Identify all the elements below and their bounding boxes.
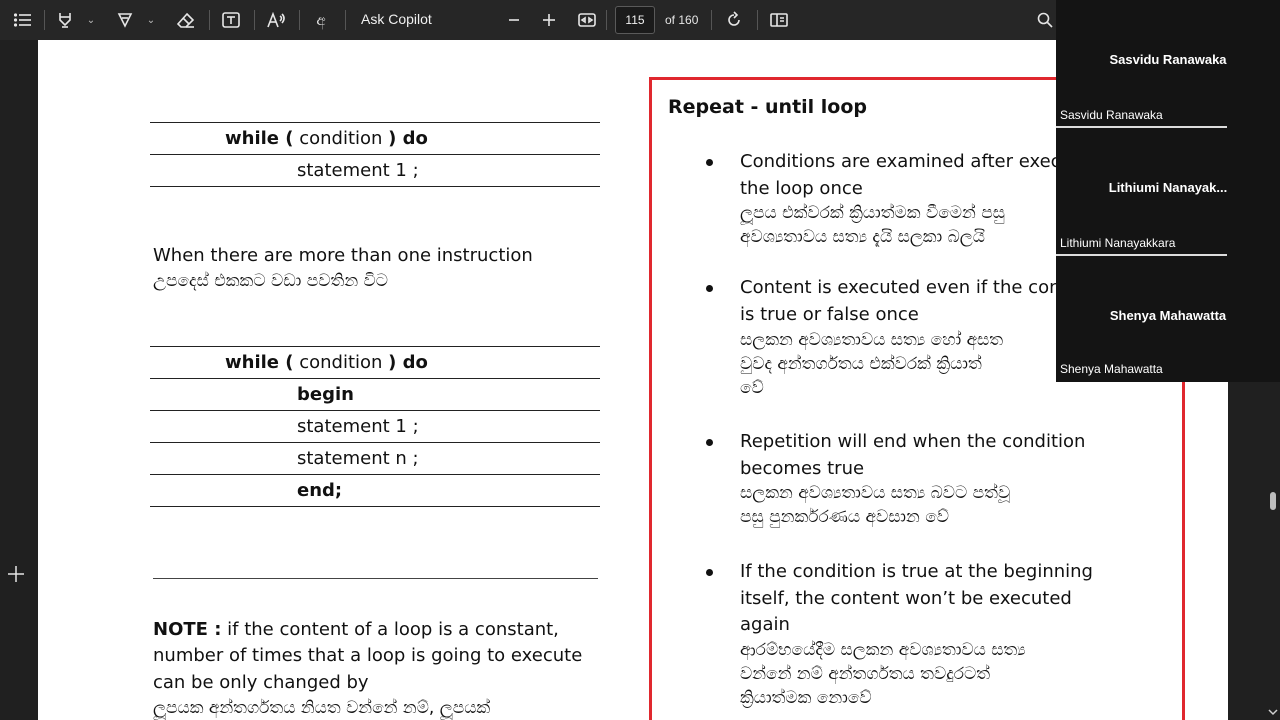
- divider-rule: [153, 578, 598, 579]
- note-line-3: can be only changed by: [153, 672, 369, 693]
- statement-line: statement n ;: [297, 448, 419, 469]
- cursor-crosshair-icon: [8, 566, 24, 582]
- bullet: [706, 439, 713, 446]
- toolbar-divider: [711, 10, 712, 30]
- scrollbar-thumb[interactable]: [1270, 492, 1276, 510]
- bullet-3-sinhala-1: සලකන අවශ්‍යතාවය සත්‍ය බවට පත්වූ: [740, 483, 1011, 503]
- bullet: [706, 285, 713, 292]
- bullet-4-sinhala-3: ක්‍රියාත්මක නොවේ: [740, 688, 872, 708]
- toolbar-divider: [44, 10, 45, 30]
- toolbar-divider: [606, 10, 607, 30]
- paragraph-sinhala: උපදෙස් එකකට වඩා පවතින විට: [153, 271, 388, 291]
- translate-icon[interactable]: අ: [310, 0, 332, 40]
- condition-text: condition: [293, 352, 389, 373]
- while-line-1: while ( condition ) do: [225, 128, 428, 149]
- table-rule: [150, 474, 600, 475]
- table-rule: [150, 154, 600, 155]
- note-line-2: number of times that a loop is going to …: [153, 645, 583, 666]
- keyword-do: ) do: [388, 352, 428, 373]
- toolbar-divider: [254, 10, 255, 30]
- note-text: if the content of a loop is a constant,: [221, 619, 559, 640]
- chevron-down-icon[interactable]: ⌄: [86, 0, 96, 40]
- while-line-2: while ( condition ) do: [225, 352, 428, 373]
- bullet-4-line-1: If the condition is true at the beginnin…: [740, 561, 1093, 582]
- participant-label: Lithiumi Nanayakkara: [1060, 236, 1176, 250]
- text-box-icon[interactable]: [221, 0, 241, 40]
- end-keyword: end;: [297, 480, 343, 501]
- highlight-icon[interactable]: [55, 0, 75, 40]
- table-rule: [150, 378, 600, 379]
- bullet-1-sinhala-1: ලූපය එක්වරක් ක්‍රියාත්මක වීමෙන් පසු: [740, 203, 1005, 223]
- toolbar-divider: [299, 10, 300, 30]
- bullet-2-line-2: is true or false once: [740, 304, 919, 325]
- bullet-2-sinhala-3: වේ: [740, 378, 764, 398]
- table-rule: [150, 506, 600, 507]
- translate-glyph: අ: [316, 11, 326, 29]
- scroll-down-arrow-icon[interactable]: [1268, 704, 1278, 716]
- table-rule: [150, 410, 600, 411]
- statement-line: statement 1 ;: [297, 160, 419, 181]
- bullet-4-line-3: again: [740, 614, 790, 635]
- participants-panel: Sasvidu Ranawaka Sasvidu Ranawaka Lithiu…: [1056, 0, 1280, 382]
- note-label: NOTE :: [153, 619, 222, 640]
- keyword-do: ) do: [388, 128, 428, 149]
- participant-display-name: Sasvidu Ranawaka: [1109, 52, 1227, 67]
- participant-label: Shenya Mahawatta: [1060, 362, 1163, 376]
- toolbar-divider: [345, 10, 346, 30]
- page-total: of 160: [665, 13, 699, 27]
- participant-display-name: Shenya Mahawatta: [1109, 308, 1227, 323]
- chevron-down-icon[interactable]: ⌄: [146, 0, 156, 40]
- pdf-page: while ( condition ) do statement 1 ; Whe…: [38, 40, 1228, 720]
- zoom-out-icon[interactable]: [505, 0, 523, 40]
- toolbar-divider: [757, 10, 758, 30]
- bullet-2-sinhala-1: සලකන අවශ්‍යතාවය සත්‍ය හෝ අසත: [740, 330, 1004, 350]
- toolbar-divider: [209, 10, 210, 30]
- note-sinhala: ලූපයක අන්තර්ගතය නියත වන්නේ නම්, ලූපයක්: [153, 698, 491, 718]
- contents-icon[interactable]: [12, 0, 34, 40]
- bullet-2-sinhala-2: වුවද අන්තර්ගතය එක්වරක් ක්‍රියාත්: [740, 354, 982, 374]
- begin-keyword: begin: [297, 384, 354, 405]
- bullet-3-sinhala-2: පසු පුනර්කරණය අවසාන වේ: [740, 507, 950, 527]
- table-rule: [150, 346, 600, 347]
- eraser-icon[interactable]: [176, 0, 196, 40]
- ask-copilot-button[interactable]: Ask Copilot: [361, 11, 432, 27]
- box-title: Repeat - until loop: [668, 96, 868, 118]
- bullet-1-line-1: Conditions are examined after exec: [740, 151, 1061, 172]
- bullet-4-line-2: itself, the content won’t be executed: [740, 588, 1072, 609]
- bullet-1-sinhala-2: අවශ්‍යතාවය සත්‍ය දැයි සලකා බලයි: [740, 227, 985, 247]
- fit-page-icon[interactable]: [576, 0, 598, 40]
- page-number-input[interactable]: 115: [615, 6, 655, 34]
- participant-display-name: Lithiumi Nanayak...: [1108, 180, 1228, 195]
- page-view-icon[interactable]: [769, 0, 789, 40]
- bullet-4-sinhala-2: වන්නේ නම් අන්තර්ගතය තවදුරටත්: [740, 664, 991, 684]
- search-icon[interactable]: [1035, 0, 1055, 40]
- bullet-2-line-1: Content is executed even if the con: [740, 277, 1061, 298]
- keyword-while: while (: [225, 128, 294, 149]
- participant-tile[interactable]: Lithiumi Nanayak... Lithiumi Nanayakkara: [1056, 128, 1280, 256]
- left-gutter: [0, 40, 38, 720]
- draw-icon[interactable]: [115, 0, 135, 40]
- bullet-3-line-1: Repetition will end when the condition: [740, 431, 1086, 452]
- keyword-while: while (: [225, 352, 294, 373]
- participant-tile[interactable]: Shenya Mahawatta Shenya Mahawatta: [1056, 256, 1280, 382]
- bullet: [706, 159, 713, 166]
- rotate-icon[interactable]: [724, 0, 744, 40]
- bullet: [706, 569, 713, 576]
- bullet-1-line-2: the loop once: [740, 178, 863, 199]
- statement-line: statement 1 ;: [297, 416, 419, 437]
- note-line-1: NOTE : if the content of a loop is a con…: [153, 619, 559, 640]
- bullet-3-line-2: becomes true: [740, 458, 865, 479]
- table-rule: [150, 186, 600, 187]
- participant-label: Sasvidu Ranawaka: [1060, 108, 1163, 122]
- read-aloud-icon[interactable]: [266, 0, 288, 40]
- paragraph-english: When there are more than one instruction: [153, 245, 533, 266]
- bullet-4-sinhala-1: ආරම්භයේදීම සලකන අවශ්‍යතාවය සත්‍ය: [740, 640, 1026, 660]
- condition-text: condition: [293, 128, 389, 149]
- table-rule: [150, 442, 600, 443]
- table-rule: [150, 122, 600, 123]
- zoom-in-icon[interactable]: [540, 0, 558, 40]
- participant-tile[interactable]: Sasvidu Ranawaka Sasvidu Ranawaka: [1056, 0, 1280, 128]
